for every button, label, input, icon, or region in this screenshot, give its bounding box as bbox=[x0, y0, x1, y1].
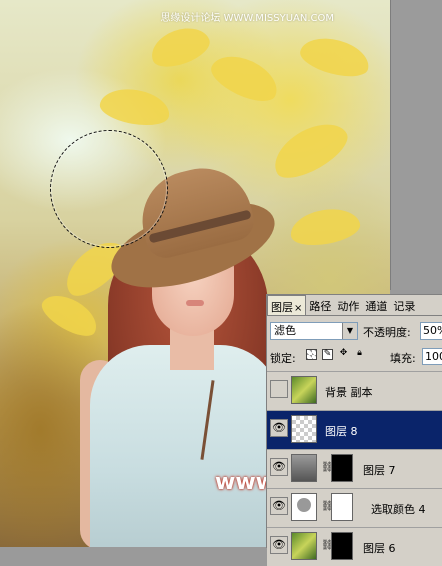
layer-mask-thumbnail[interactable] bbox=[331, 454, 353, 482]
lock-icons: ✎ ✥ 🔒︎ bbox=[306, 349, 365, 360]
tab-layers[interactable]: 图层× bbox=[267, 295, 307, 315]
visibility-toggle[interactable] bbox=[270, 380, 288, 398]
tab-history[interactable]: 记录 bbox=[390, 295, 418, 315]
lips bbox=[186, 300, 204, 306]
shirt bbox=[90, 345, 280, 547]
leaf bbox=[287, 204, 363, 250]
layers-panel: 图层× 路径 动作 通道 记录 滤色 ▼ 不透明度: 50% 锁定: ✎ ✥ 🔒… bbox=[266, 294, 442, 566]
lock-fill-row: 锁定: ✎ ✥ 🔒︎ 填充: 100° bbox=[270, 348, 442, 366]
layer-thumbnail bbox=[291, 454, 317, 482]
eye-icon[interactable]: 👁︎ bbox=[270, 419, 288, 437]
layer-row[interactable]: 👁︎ 图层 8 bbox=[267, 410, 442, 449]
opacity-label: 不透明度: bbox=[363, 326, 411, 339]
blend-opacity-row: 滤色 ▼ 不透明度: 50% bbox=[270, 322, 442, 342]
blend-mode-select[interactable]: 滤色 ▼ bbox=[270, 322, 358, 340]
layer-mask-thumbnail[interactable] bbox=[331, 532, 353, 560]
layer-thumbnail bbox=[291, 376, 317, 404]
panel-tabs: 图层× 路径 动作 通道 记录 bbox=[267, 295, 442, 316]
layer-row[interactable]: 👁︎ ⛓ 选取颜色 4 bbox=[267, 488, 442, 527]
layer-row[interactable]: 背景 副本 bbox=[267, 371, 442, 410]
eye-icon[interactable]: 👁︎ bbox=[270, 458, 288, 476]
blend-mode-value: 滤色 bbox=[274, 324, 296, 337]
eye-icon[interactable]: 👁︎ bbox=[270, 536, 288, 554]
adjustment-glyph bbox=[297, 498, 311, 512]
watermark-top: 思缘设计论坛 WWW.MISSYUAN.COM bbox=[160, 13, 334, 24]
layer-row[interactable]: 👁︎ ⛓ 图层 7 bbox=[267, 449, 442, 488]
brush-lock-icon[interactable]: ✎ bbox=[322, 349, 333, 360]
lock-label: 锁定: bbox=[270, 352, 296, 365]
tab-paths[interactable]: 路径 bbox=[306, 295, 334, 315]
move-lock-icon[interactable]: ✥ bbox=[338, 349, 349, 360]
adjustment-layer-icon bbox=[291, 493, 317, 521]
padlock-icon[interactable]: 🔒︎ bbox=[354, 349, 365, 360]
leaf bbox=[296, 31, 374, 83]
fill-input[interactable]: 100° bbox=[422, 348, 442, 365]
elliptical-selection-marquee[interactable] bbox=[50, 130, 168, 248]
opacity-input[interactable]: 50% bbox=[420, 322, 442, 340]
layer-list: 背景 副本 👁︎ 图层 8 👁︎ ⛓ 图层 7 👁︎ ⛓ 选取颜色 4 👁︎ ⛓ bbox=[267, 371, 442, 566]
tab-label: 图层 bbox=[271, 301, 293, 314]
close-icon[interactable]: × bbox=[294, 303, 302, 314]
leaf bbox=[265, 112, 355, 188]
leaf bbox=[97, 84, 173, 130]
layer-name: 图层 8 bbox=[325, 425, 358, 438]
leaf bbox=[36, 287, 104, 343]
tab-channels[interactable]: 通道 bbox=[362, 295, 390, 315]
layer-name: 背景 副本 bbox=[325, 386, 373, 399]
transparency-lock-icon[interactable] bbox=[306, 349, 317, 360]
tab-actions[interactable]: 动作 bbox=[334, 295, 362, 315]
chevron-down-icon[interactable]: ▼ bbox=[342, 323, 357, 339]
eye-icon[interactable]: 👁︎ bbox=[270, 497, 288, 515]
workspace-gutter bbox=[390, 0, 442, 290]
layer-thumbnail bbox=[291, 415, 317, 443]
layer-name: 图层 6 bbox=[363, 542, 396, 555]
leaf bbox=[145, 20, 215, 74]
layer-thumbnail bbox=[291, 532, 317, 560]
layer-name: 选取颜色 4 bbox=[371, 503, 426, 516]
layer-name: 图层 7 bbox=[363, 464, 396, 477]
leaf bbox=[205, 46, 285, 110]
layer-mask-thumbnail[interactable] bbox=[331, 493, 353, 521]
fill-label: 填充: bbox=[390, 352, 416, 365]
